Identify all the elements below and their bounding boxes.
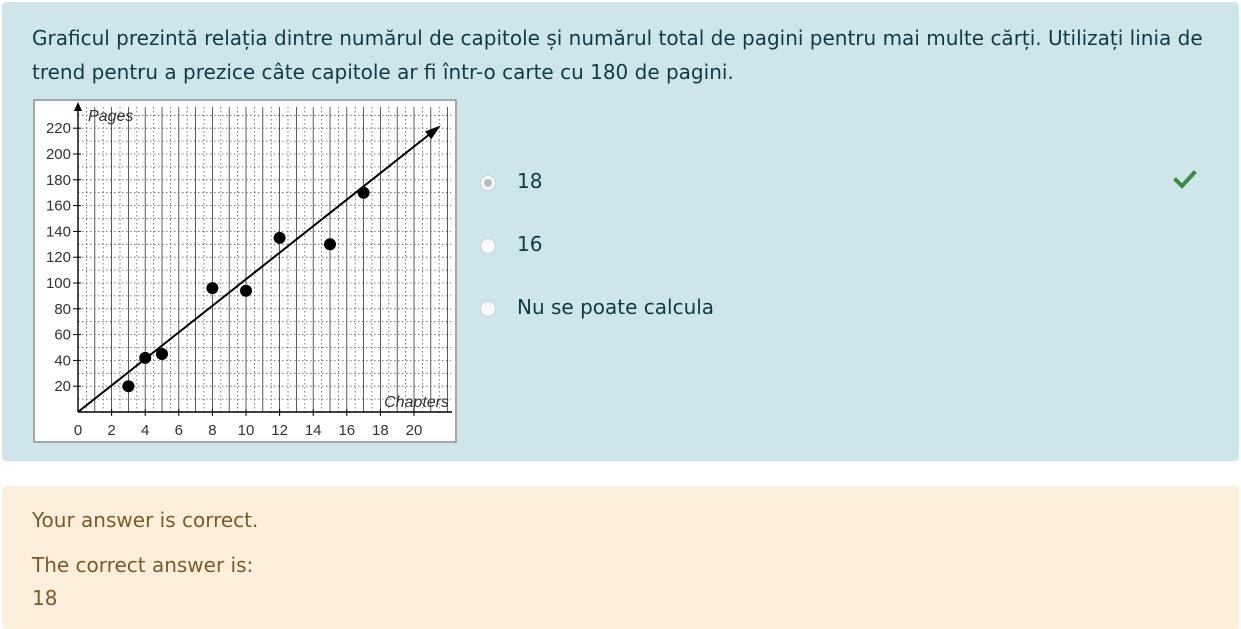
y-tick-label: 220 bbox=[46, 120, 71, 137]
data-point bbox=[240, 284, 252, 297]
answer-label: 18 bbox=[517, 169, 543, 193]
chart-frame bbox=[33, 99, 457, 443]
x-axis-label: Chapters bbox=[384, 394, 449, 411]
x-tick-label: 18 bbox=[372, 422, 389, 439]
data-point bbox=[156, 347, 168, 360]
answer-label: Nu se poate calcula bbox=[517, 295, 715, 319]
y-tick-label: 140 bbox=[46, 223, 71, 240]
y-tick-label: 20 bbox=[54, 378, 71, 395]
y-axis-label: Pages bbox=[88, 108, 133, 125]
x-tick-label: 6 bbox=[175, 422, 183, 439]
correct-answer-label: The correct answer is: bbox=[32, 553, 254, 577]
y-tick-label: 40 bbox=[54, 352, 71, 369]
answer-option-2[interactable]: 16 bbox=[480, 228, 1240, 291]
y-tick-label: 60 bbox=[54, 327, 71, 344]
data-point bbox=[324, 238, 336, 251]
data-point bbox=[273, 231, 286, 244]
scatter-chart: 20 40 60 80 100 120 140 160 180 200 220 0 2 4 6 8 10 12 14… bbox=[33, 99, 457, 443]
x-tick-label: 20 bbox=[406, 422, 423, 439]
feedback-status: Your answer is correct. bbox=[32, 508, 259, 532]
answer-option-1[interactable]: 18 bbox=[480, 165, 1240, 228]
chart-svg: 20 40 60 80 100 120 140 160 180 200 220 0 2 4 6 8 10 12 14… bbox=[33, 99, 457, 443]
y-tick-label: 200 bbox=[46, 146, 71, 163]
y-tick-label: 160 bbox=[46, 198, 71, 215]
data-point bbox=[139, 351, 152, 364]
y-tick-label: 180 bbox=[46, 172, 71, 189]
radio-button[interactable] bbox=[480, 301, 496, 317]
answer-option-3[interactable]: Nu se poate calcula bbox=[480, 291, 1240, 354]
check-icon bbox=[1173, 170, 1197, 189]
y-tick-label: 80 bbox=[54, 301, 71, 318]
radio-button[interactable] bbox=[480, 238, 496, 254]
feedback-panel: Your answer is correct. The correct answ… bbox=[2, 486, 1239, 629]
y-tick-label: 120 bbox=[46, 249, 71, 266]
x-tick-label: 0 bbox=[74, 422, 82, 439]
data-point bbox=[122, 380, 135, 393]
question-panel: Graficul prezintă relația dintre numărul… bbox=[2, 2, 1239, 461]
x-tick-label: 10 bbox=[238, 422, 255, 439]
question-text: Graficul prezintă relația dintre numărul… bbox=[32, 26, 1203, 84]
data-point bbox=[357, 186, 370, 199]
x-tick-label: 14 bbox=[305, 422, 322, 439]
x-tick-label: 12 bbox=[271, 422, 288, 439]
x-tick-label: 16 bbox=[338, 422, 355, 439]
x-tick-label: 2 bbox=[107, 422, 115, 439]
x-tick-label: 8 bbox=[208, 422, 216, 439]
data-point bbox=[206, 282, 219, 295]
radio-button-selected[interactable] bbox=[480, 175, 496, 191]
y-tick-label: 100 bbox=[46, 275, 71, 292]
x-tick-label: 4 bbox=[141, 422, 149, 439]
answer-label: 16 bbox=[517, 232, 543, 256]
correct-answer-value: 18 bbox=[32, 586, 58, 610]
answer-options: 18 16 Nu se poate calcula bbox=[480, 165, 1240, 354]
